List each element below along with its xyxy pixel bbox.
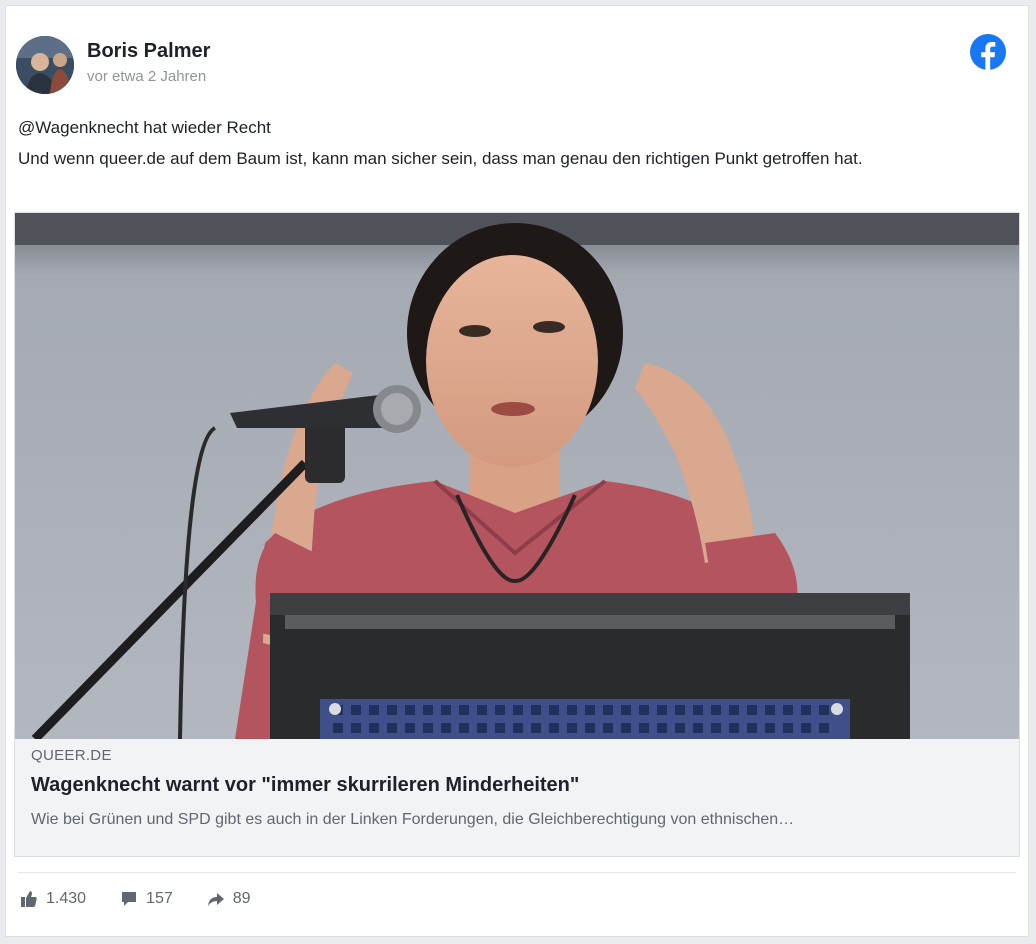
likes-stat[interactable]: 1.430 <box>20 890 86 908</box>
engagement-stats: 1.430 157 89 <box>20 890 251 908</box>
likes-count: 1.430 <box>46 890 87 907</box>
post-timestamp[interactable]: vor etwa 2 Jahren <box>87 68 206 85</box>
link-domain: QUEER.DE <box>31 747 112 764</box>
comment-icon <box>122 892 137 906</box>
shares-stat[interactable]: 89 <box>207 890 251 908</box>
comments-stat[interactable]: 157 <box>120 890 173 908</box>
link-preview-card[interactable]: QUEER.DE Wagenknecht warnt vor "immer sk… <box>14 212 1020 857</box>
link-description: Wie bei Grünen und SPD gibt es auch in d… <box>31 811 795 828</box>
author-name[interactable]: Boris Palmer <box>87 40 210 63</box>
post-text-line-1: @Wagenknecht hat wieder Recht <box>18 118 271 137</box>
shares-count: 89 <box>232 890 251 907</box>
thumbs-up-icon <box>21 891 37 907</box>
link-preview-meta: QUEER.DE Wagenknecht warnt vor "immer sk… <box>31 747 1001 829</box>
facebook-icon[interactable] <box>970 34 1006 70</box>
post-text-line-2: Und wenn queer.de auf dem Baum ist, kann… <box>18 149 863 168</box>
comments-count: 157 <box>146 890 173 907</box>
link-headline[interactable]: Wagenknecht warnt vor "immer skurrileren… <box>31 774 1001 797</box>
share-icon <box>207 893 224 906</box>
link-preview-image[interactable] <box>15 213 1019 739</box>
avatar[interactable] <box>16 36 74 94</box>
post-text: @Wagenknecht hat wieder Recht Und wenn q… <box>18 112 1008 174</box>
facebook-post-card: Boris Palmer vor etwa 2 Jahren @Wagenkne… <box>5 5 1029 937</box>
divider <box>18 872 1016 873</box>
